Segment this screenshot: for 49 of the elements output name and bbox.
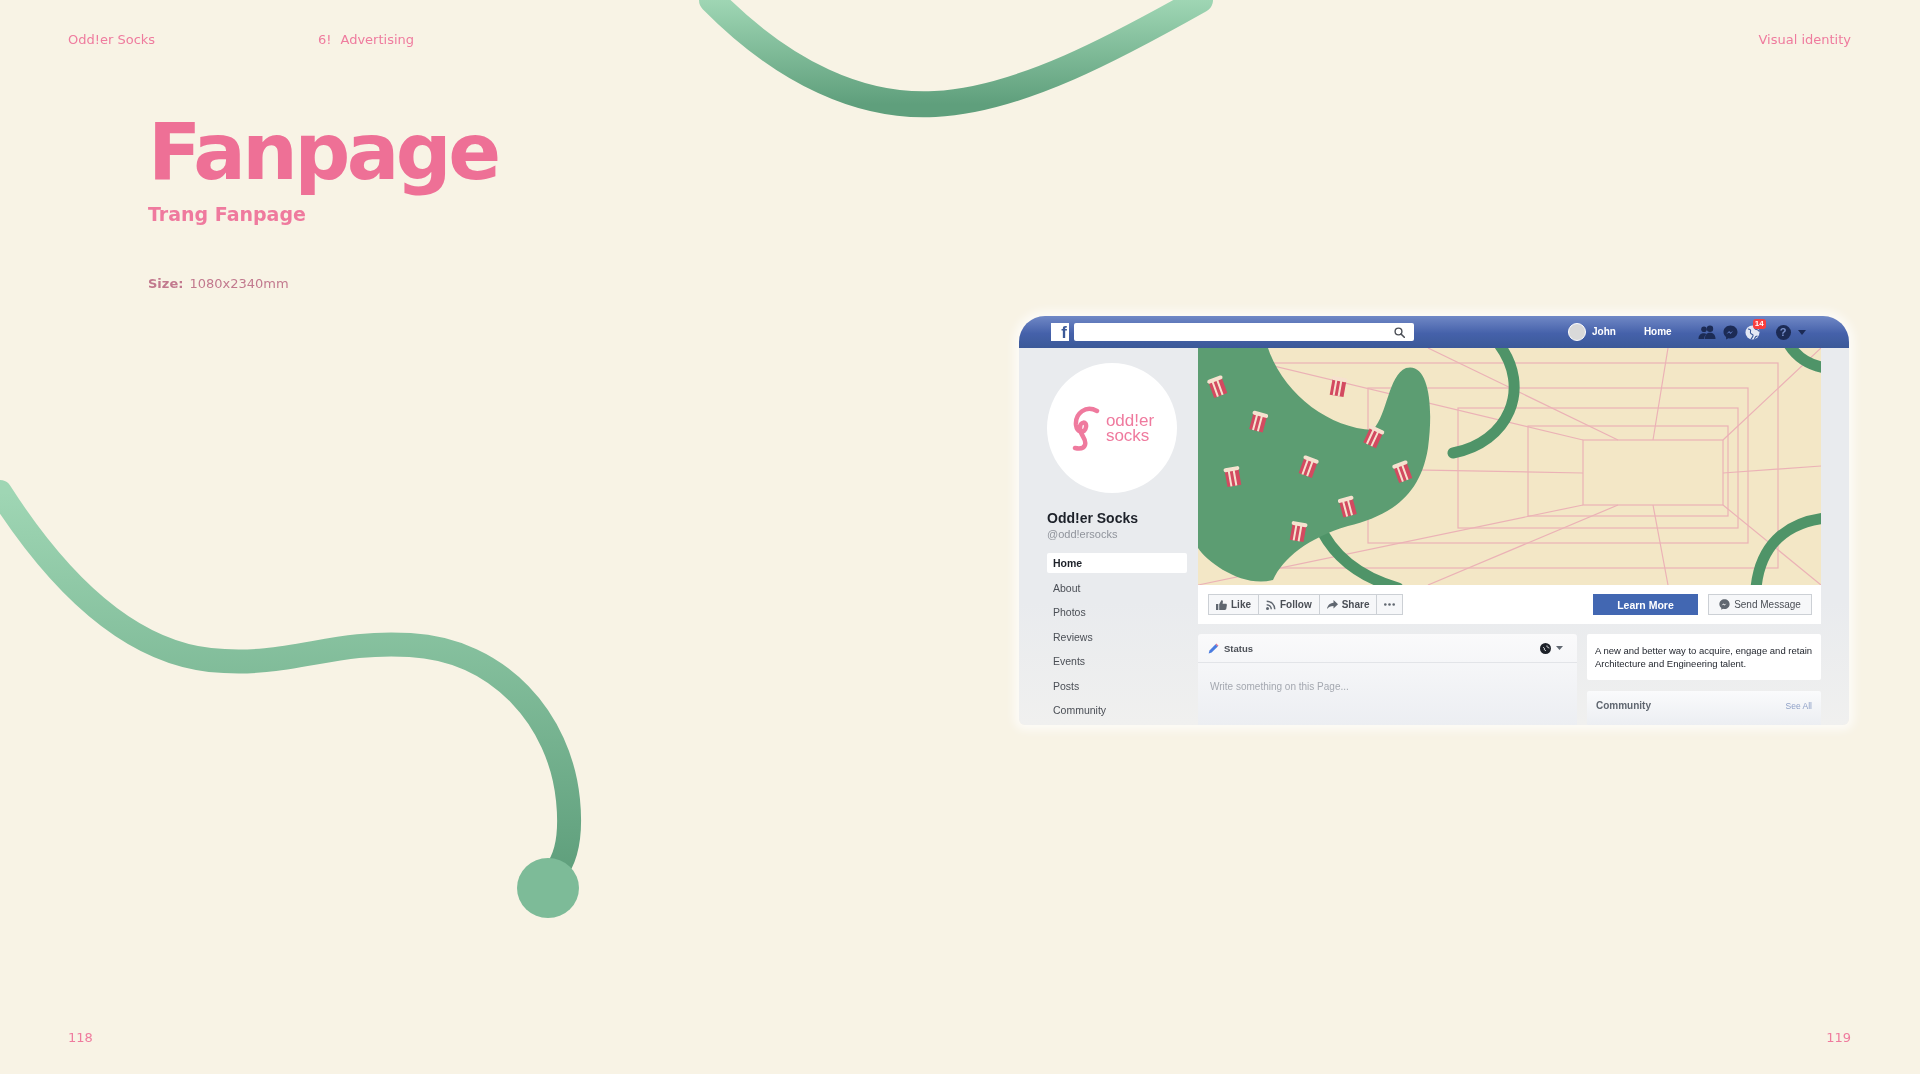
like-button[interactable]: Like: [1208, 594, 1259, 615]
sidebar-nav-item[interactable]: Posts: [1047, 675, 1187, 696]
sidebar-nav-item[interactable]: Events: [1047, 651, 1187, 671]
sidebar-nav-item[interactable]: Reviews: [1047, 626, 1187, 647]
thumbs-up-icon: [1216, 599, 1227, 610]
search-icon: [1394, 326, 1405, 338]
chapter-title: Visual identity: [1758, 31, 1851, 49]
sidebar-nav-item[interactable]: Home: [1047, 553, 1187, 573]
about-text: A new and better way to acquire, engage and retain Architecture and Engineering talent.: [1587, 634, 1821, 680]
follow-button[interactable]: Follow: [1258, 594, 1320, 615]
page-number: 119: [1826, 1029, 1851, 1047]
avatar[interactable]: [1568, 323, 1586, 341]
sidebar-nav-item[interactable]: About: [1047, 577, 1187, 598]
spec-label: Size:: [148, 275, 184, 293]
composer-title: Status: [1224, 642, 1254, 654]
spec-value: 1080x2340mm: [189, 275, 289, 293]
community-title: Community: [1596, 700, 1651, 711]
sidebar-nav-item[interactable]: Photos: [1047, 602, 1187, 622]
user-name-link[interactable]: John: [1592, 325, 1616, 339]
privacy-icon[interactable]: [1540, 642, 1551, 654]
page-number: 118: [68, 1029, 93, 1047]
page-subtitle: Trang Fanpage: [148, 202, 306, 226]
search-field[interactable]: [1074, 323, 1414, 341]
more-button[interactable]: [1376, 594, 1404, 615]
share-button[interactable]: Share: [1318, 594, 1378, 615]
section-title: Advertising: [340, 31, 415, 49]
feed-icon: [1266, 599, 1276, 610]
learn-more-button[interactable]: Learn More: [1593, 594, 1698, 615]
home-link[interactable]: Home: [1643, 325, 1672, 339]
brand-name: Odd!er Socks: [68, 31, 157, 49]
help-button[interactable]: ?: [1775, 324, 1791, 340]
chat-bubble-icon: [1719, 599, 1731, 610]
sidebar-nav-item[interactable]: Community: [1047, 700, 1187, 720]
page-title: Fanpage: [148, 106, 499, 198]
composer-field[interactable]: Write something on this Page...: [1210, 676, 1567, 696]
send-message-button[interactable]: Send Message: [1708, 594, 1812, 615]
page-name: Odd!er Socks: [1047, 509, 1139, 527]
notification-badge: 14: [1752, 318, 1766, 329]
caret-icon[interactable]: [1556, 646, 1563, 650]
logo-mark[interactable]: f: [1051, 323, 1069, 341]
page-handle: @odd!ersocks: [1047, 527, 1118, 541]
logo-wordmark: odd!er socks: [1105, 413, 1155, 443]
more-icon: [1384, 603, 1396, 606]
share-icon: [1326, 600, 1338, 609]
friends-icon[interactable]: [1697, 325, 1716, 339]
chat-bubble-icon[interactable]: [1722, 324, 1738, 340]
pencil-icon: [1208, 642, 1219, 654]
section-number: 6!: [318, 31, 332, 49]
caret-icon[interactable]: [1797, 329, 1806, 335]
